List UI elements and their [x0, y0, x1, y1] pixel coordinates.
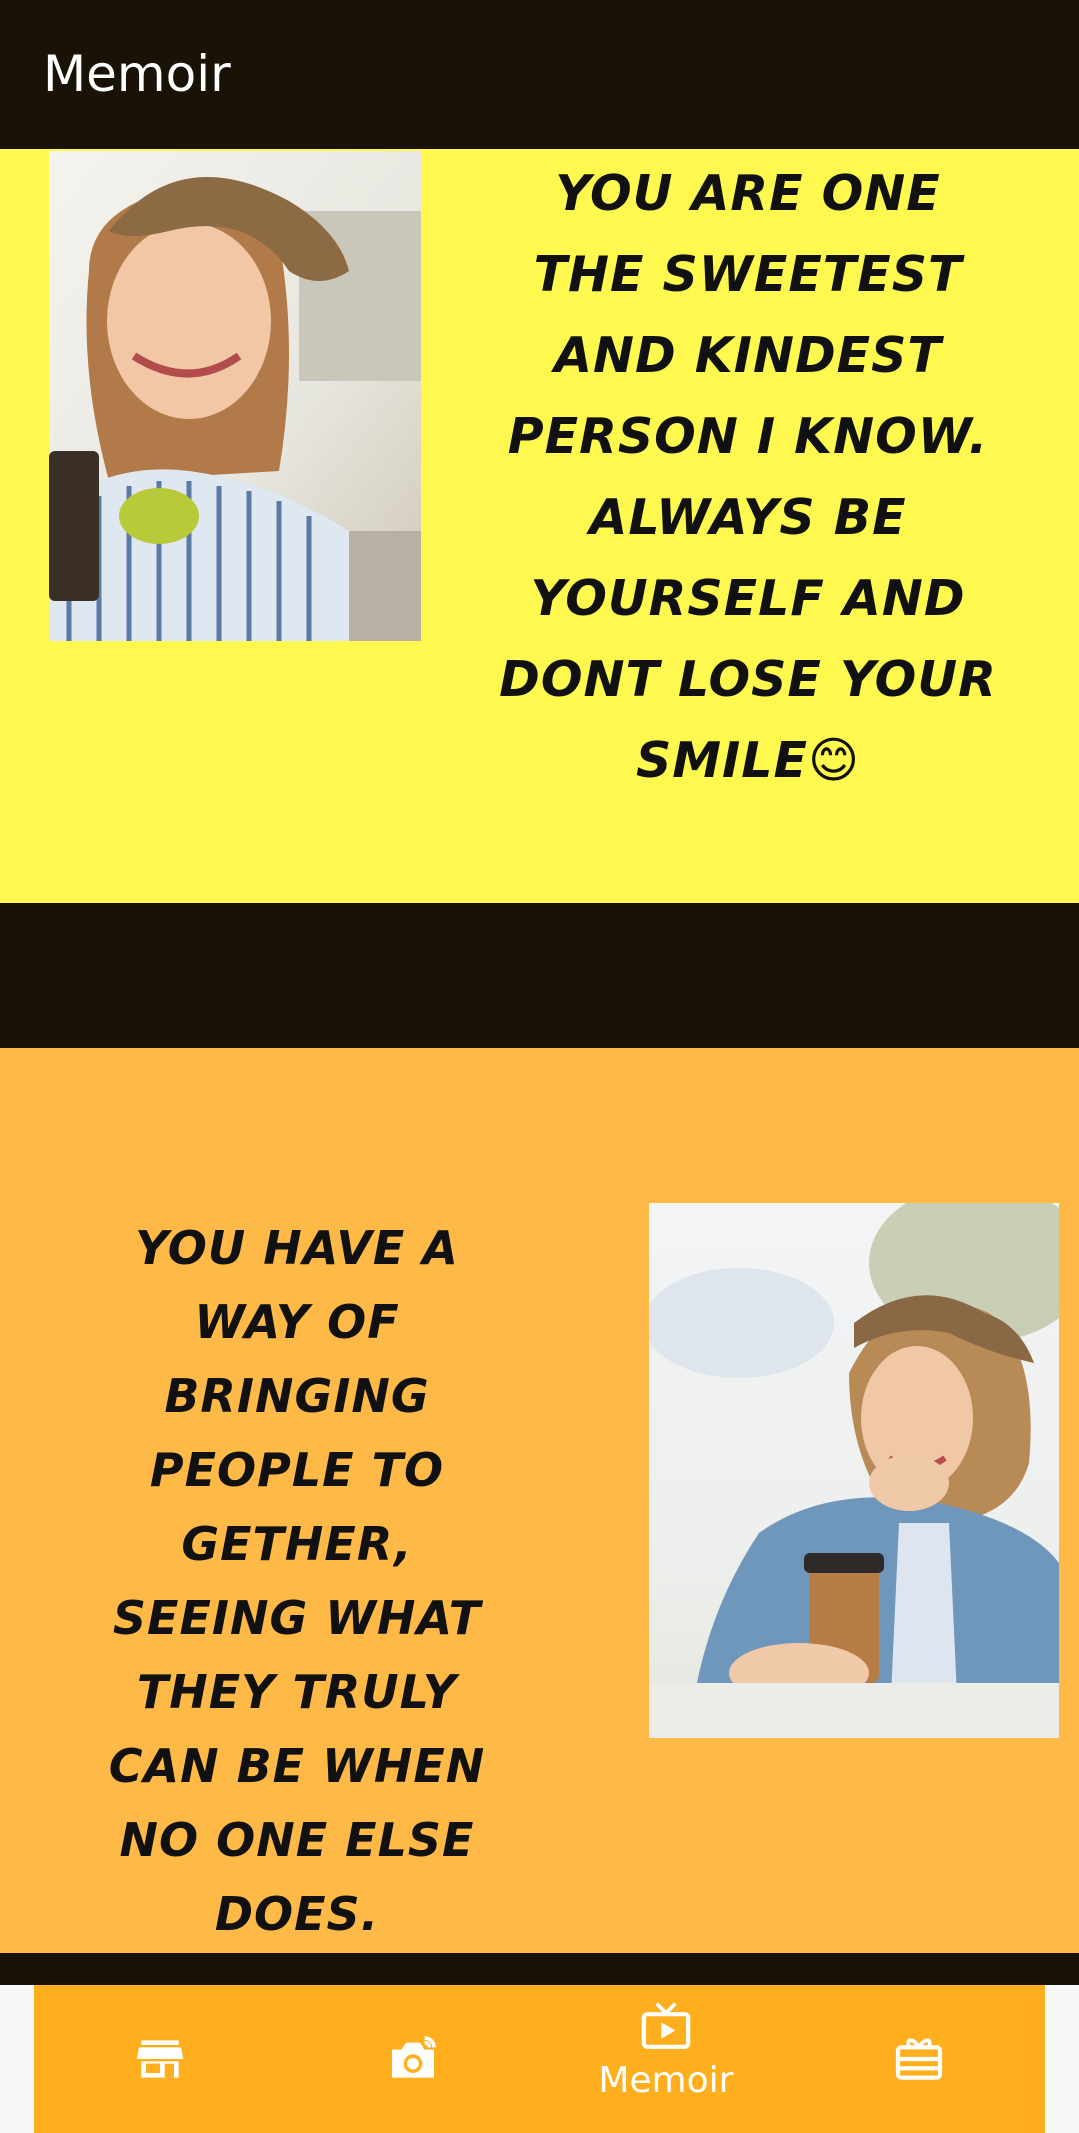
- girl-with-coffee-cup-photo: [649, 1203, 1059, 1738]
- nav-item-store[interactable]: [34, 1985, 287, 2133]
- memoir-card-2: YOU HAVE A WAY OF BRINGING PEOPLE TO GET…: [0, 1048, 1079, 1953]
- nav-item-memoir[interactable]: Memoir: [540, 1985, 793, 2133]
- nav-label-memoir: Memoir: [598, 2060, 734, 2101]
- bottom-navigation: Memoir: [34, 1985, 1045, 2133]
- top-app-bar: Memoir: [0, 0, 1079, 149]
- app-title: Memoir: [43, 45, 231, 103]
- nav-item-camera[interactable]: [287, 1985, 540, 2133]
- app-screen: Memoir YOU ARE ONE THE SWEETEST AND KIND…: [0, 0, 1079, 2133]
- card-divider: [0, 903, 1079, 1048]
- nav-item-gift-card[interactable]: [792, 1985, 1045, 2133]
- memoir-quote-1: YOU ARE ONE THE SWEETEST AND KINDEST PER…: [499, 165, 997, 789]
- memoir-quote-2: YOU HAVE A WAY OF BRINGING PEOPLE TO GET…: [108, 1221, 486, 1941]
- girl-with-hat-smiling-photo: [49, 151, 421, 641]
- memoir-card-1: YOU ARE ONE THE SWEETEST AND KINDEST PER…: [0, 149, 1079, 903]
- gift-card-icon: [895, 2038, 942, 2080]
- video-play-icon: [641, 2002, 691, 2049]
- camera-icon: [392, 2036, 436, 2078]
- store-icon: [137, 2040, 184, 2078]
